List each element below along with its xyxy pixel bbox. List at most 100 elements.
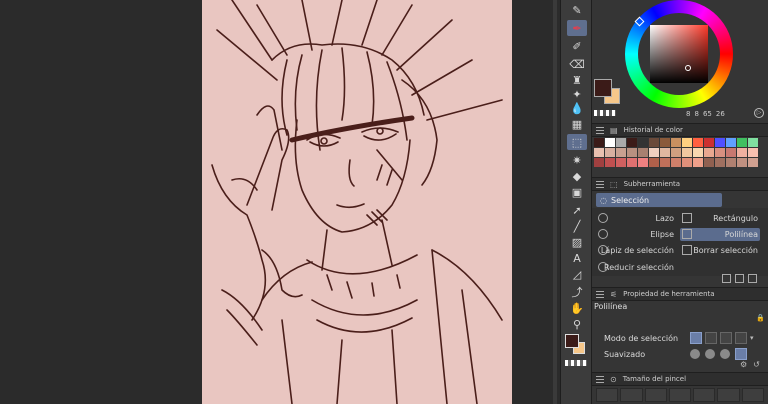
menu-icon[interactable] <box>596 126 604 134</box>
color-history-grid[interactable] <box>594 138 762 167</box>
settings-icon[interactable]: ⚙ <box>740 360 747 369</box>
brush-icon[interactable]: ✒ <box>567 20 587 36</box>
smooth-option-3[interactable] <box>720 349 730 359</box>
history-swatch[interactable] <box>704 138 714 147</box>
drawing-canvas[interactable] <box>202 0 512 404</box>
selection-lasso-icon[interactable]: ⬚ <box>567 134 587 150</box>
history-swatch[interactable] <box>682 148 692 157</box>
history-swatch[interactable] <box>693 148 703 157</box>
history-swatch[interactable] <box>627 148 637 157</box>
mode-intersect-button[interactable] <box>735 332 747 344</box>
canvas-area[interactable] <box>0 0 560 404</box>
magic-wand-icon[interactable]: ✷ <box>567 152 587 168</box>
history-swatch[interactable] <box>715 148 725 157</box>
history-swatch[interactable] <box>748 138 758 147</box>
history-swatch[interactable] <box>605 138 615 147</box>
brush-size-presets[interactable] <box>596 388 764 402</box>
toolbar-transparent-color[interactable] <box>565 360 587 366</box>
history-swatch[interactable] <box>627 138 637 147</box>
smooth-option-4[interactable] <box>735 348 747 360</box>
mode-new-button[interactable] <box>690 332 702 344</box>
correct-line-icon[interactable]: ⤴ <box>567 284 587 300</box>
main-color-swatch[interactable] <box>594 79 612 97</box>
delete-subtool-icon[interactable] <box>748 274 757 283</box>
history-swatch[interactable] <box>616 138 626 147</box>
history-swatch[interactable] <box>671 138 681 147</box>
history-swatch[interactable] <box>638 148 648 157</box>
ruler-icon[interactable]: ▨ <box>567 234 587 250</box>
subtool-item[interactable]: Lazo <box>596 212 676 225</box>
history-swatch[interactable] <box>605 148 615 157</box>
balloon-icon[interactable]: ◿ <box>567 266 587 282</box>
history-swatch[interactable] <box>671 148 681 157</box>
subtool-item[interactable]: Lápiz de selección <box>596 244 676 257</box>
history-swatch[interactable] <box>660 138 670 147</box>
history-swatch[interactable] <box>726 148 736 157</box>
history-swatch[interactable] <box>682 158 692 167</box>
frame-border-icon[interactable]: ▦ <box>567 116 587 132</box>
pen-icon[interactable]: ✎ <box>567 2 587 18</box>
subtool-item[interactable]: Polilínea <box>680 228 760 241</box>
history-swatch[interactable] <box>660 148 670 157</box>
history-swatch[interactable] <box>616 158 626 167</box>
text-icon[interactable]: A <box>567 250 587 266</box>
subtool-item[interactable]: Borrar selección <box>680 244 760 257</box>
property-tab-icon[interactable]: ⚟ <box>610 290 617 299</box>
history-swatch[interactable] <box>726 138 736 147</box>
history-swatch[interactable] <box>693 158 703 167</box>
tool-property-header[interactable]: ⚟ Propiedad de herramienta <box>592 287 768 301</box>
saturation-value-square[interactable] <box>650 25 708 83</box>
eyedropper-icon[interactable]: ⚲ <box>567 316 587 332</box>
history-swatch[interactable] <box>737 148 747 157</box>
canvas-scrollbar[interactable] <box>553 0 557 404</box>
chevron-down-icon[interactable]: ▾ <box>750 334 754 342</box>
brush-size-header[interactable]: ⊙ Tamaño del pincel <box>592 372 768 386</box>
hand-icon[interactable]: ✋ <box>567 300 587 316</box>
wheel-mode-icon[interactable]: ▷ <box>754 108 764 118</box>
lock-icon[interactable]: 🔒 <box>756 314 765 322</box>
history-swatch[interactable] <box>594 148 604 157</box>
smooth-option-2[interactable] <box>705 349 715 359</box>
history-swatch[interactable] <box>594 138 604 147</box>
history-swatch[interactable] <box>737 158 747 167</box>
history-swatch[interactable] <box>748 148 758 157</box>
history-swatch[interactable] <box>671 158 681 167</box>
subtool-item[interactable]: Reducir selección <box>596 261 676 274</box>
history-swatch[interactable] <box>649 158 659 167</box>
airbrush-icon[interactable]: ✐ <box>567 38 587 54</box>
reset-icon[interactable]: ↺ <box>753 360 760 369</box>
history-swatch[interactable] <box>627 158 637 167</box>
mode-subtract-button[interactable] <box>720 332 732 344</box>
history-swatch[interactable] <box>649 148 659 157</box>
toolbar-main-color[interactable] <box>565 334 579 348</box>
brush-size-tab-icon[interactable]: ⊙ <box>610 375 617 384</box>
subtool-group-tab[interactable]: ◌ Selección <box>596 193 722 207</box>
history-swatch[interactable] <box>660 158 670 167</box>
copy-subtool-icon[interactable] <box>735 274 744 283</box>
sv-cursor[interactable] <box>685 65 691 71</box>
history-swatch[interactable] <box>638 138 648 147</box>
history-swatch[interactable] <box>693 138 703 147</box>
history-swatch[interactable] <box>605 158 615 167</box>
history-swatch[interactable] <box>715 138 725 147</box>
history-swatch[interactable] <box>616 148 626 157</box>
subtool-item[interactable]: Rectángulo <box>680 212 760 225</box>
menu-icon[interactable] <box>596 180 604 188</box>
history-swatch[interactable] <box>704 148 714 157</box>
palette-tab-icon[interactable]: ▤ <box>610 126 618 135</box>
subtool-tab-icon[interactable]: ⬚ <box>610 180 618 189</box>
eraser-icon[interactable]: ⌫ <box>567 56 587 72</box>
history-swatch[interactable] <box>594 158 604 167</box>
history-swatch[interactable] <box>649 138 659 147</box>
history-swatch[interactable] <box>737 138 747 147</box>
history-swatch[interactable] <box>726 158 736 167</box>
smooth-option-1[interactable] <box>690 349 700 359</box>
line-figure-icon[interactable]: ╱ <box>567 218 587 234</box>
history-swatch[interactable] <box>748 158 758 167</box>
gradient-icon[interactable]: ▣ <box>567 184 587 200</box>
color-history-header[interactable]: ▤ Historial de color <box>592 123 768 137</box>
mode-add-button[interactable] <box>705 332 717 344</box>
subtool-header[interactable]: ⬚ Subherramienta <box>592 177 768 191</box>
history-swatch[interactable] <box>704 158 714 167</box>
history-swatch[interactable] <box>638 158 648 167</box>
